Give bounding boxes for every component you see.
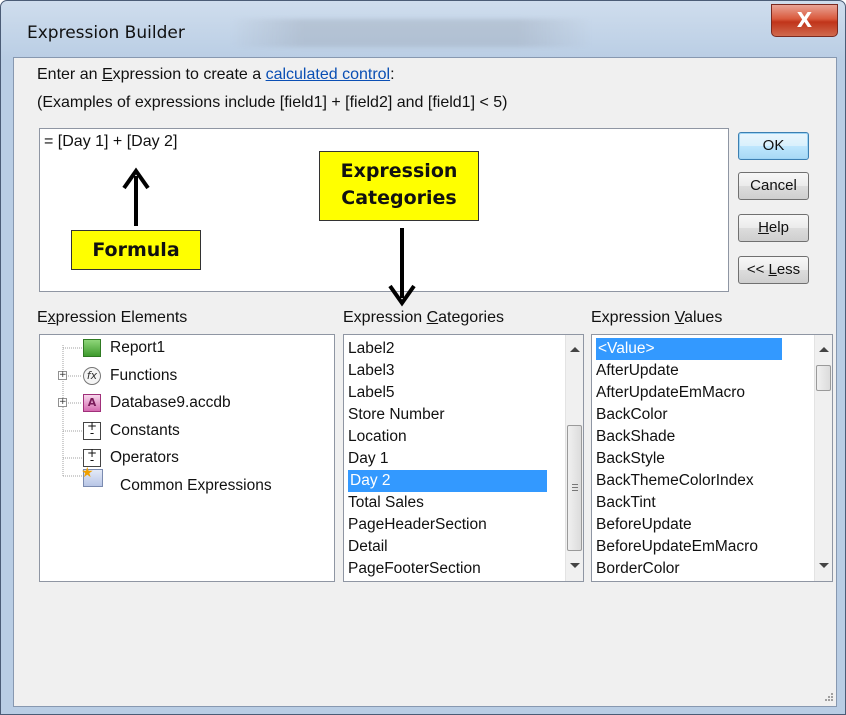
list-item-selected[interactable]: <Value> xyxy=(596,338,782,360)
categories-callout-line-2: Categories xyxy=(341,187,457,209)
list-item[interactable]: Label2 xyxy=(348,338,395,360)
list-item[interactable]: BorderColor xyxy=(596,558,680,580)
label-text: alues xyxy=(684,309,723,326)
label-accesskey: x xyxy=(47,309,56,326)
scrollbar-thumb[interactable] xyxy=(567,425,582,551)
expand-database-icon[interactable]: + xyxy=(58,398,67,407)
categories-callout: Expression Categories xyxy=(319,151,479,221)
scroll-up-icon[interactable] xyxy=(819,347,829,352)
list-item[interactable]: Day 1 xyxy=(348,448,389,470)
list-item[interactable]: Label5 xyxy=(348,382,395,404)
star-icon: ★ xyxy=(81,465,94,481)
categories-callout-line-1: Expression xyxy=(340,160,458,182)
expression-categories-list[interactable]: Label2 Label3 Label5 Store Number Locati… xyxy=(343,334,584,582)
window-title: Expression Builder xyxy=(27,23,185,43)
scroll-down-icon[interactable] xyxy=(570,563,580,568)
label-text: Expression xyxy=(343,309,427,326)
list-item[interactable]: Location xyxy=(348,426,407,448)
scrollbar-thumb[interactable] xyxy=(816,365,831,391)
function-icon: fx xyxy=(83,367,101,385)
formula-callout: Formula xyxy=(71,230,201,270)
tree-item[interactable]: Operators xyxy=(110,449,179,467)
tree-item[interactable]: Constants xyxy=(110,422,180,440)
close-button[interactable]: X xyxy=(771,4,838,37)
scroll-down-icon[interactable] xyxy=(819,563,829,568)
values-scrollbar[interactable] xyxy=(814,335,832,581)
list-item[interactable]: PageFooterSection xyxy=(348,558,481,580)
categories-arrow xyxy=(388,228,416,307)
list-item[interactable]: BeforeUpdate xyxy=(596,514,692,536)
expand-functions-icon[interactable]: + xyxy=(58,371,67,380)
tree-item[interactable]: Common Expressions xyxy=(120,477,272,495)
label-text: pression Elements xyxy=(55,309,188,326)
blurred-background-tabs xyxy=(231,19,591,47)
title-bar[interactable]: Expression Builder X xyxy=(1,1,845,56)
grip-line xyxy=(572,484,578,485)
scroll-up-icon[interactable] xyxy=(570,347,580,352)
grip-line xyxy=(572,487,578,488)
constants-icon: + - xyxy=(83,420,101,440)
categories-scrollbar[interactable] xyxy=(565,335,583,581)
label-text: Expression xyxy=(591,309,675,326)
expression-values-list[interactable]: <Value> AfterUpdate AfterUpdateEmMacro B… xyxy=(591,334,833,582)
list-item[interactable]: AfterUpdateEmMacro xyxy=(596,382,745,404)
close-icon: X xyxy=(796,8,813,32)
list-item[interactable]: BackTint xyxy=(596,492,656,514)
common-expressions-icon: ★ xyxy=(81,465,103,487)
list-item[interactable]: Total Sales xyxy=(348,492,424,514)
label-text: E xyxy=(37,309,48,326)
label-text: ategories xyxy=(438,309,504,326)
categories-label: Expression Categories xyxy=(343,309,504,327)
list-item[interactable]: BackShade xyxy=(596,426,675,448)
report-icon xyxy=(83,339,101,357)
dialog-body: Enter an Expression to create a calculat… xyxy=(13,57,837,707)
values-label: Expression Values xyxy=(591,309,722,327)
list-item[interactable]: BackColor xyxy=(596,404,668,426)
tree-item[interactable]: Report1 xyxy=(110,339,165,357)
formula-arrow xyxy=(122,167,150,226)
list-item[interactable]: Store Number xyxy=(348,404,444,426)
list-item[interactable]: Detail xyxy=(348,536,388,558)
expression-elements-tree[interactable]: + + fx A + - + - ★ Report1 Functions Datab… xyxy=(39,334,335,582)
resize-grip-icon[interactable] xyxy=(822,692,834,704)
list-item[interactable]: Label3 xyxy=(348,360,395,382)
list-item[interactable]: AfterUpdate xyxy=(596,360,679,382)
tree-item[interactable]: Functions xyxy=(110,367,177,385)
list-item[interactable]: PageHeaderSection xyxy=(348,514,487,536)
list-item[interactable]: BackStyle xyxy=(596,448,665,470)
elements-label: Expression Elements xyxy=(37,309,187,327)
list-item[interactable]: BackThemeColorIndex xyxy=(596,470,754,492)
list-item-selected[interactable]: Day 2 xyxy=(348,470,547,492)
label-accesskey: C xyxy=(426,309,439,326)
grip-line xyxy=(572,490,578,491)
database-icon: A xyxy=(83,394,101,412)
expression-builder-window: Expression Builder X Enter an Expression… xyxy=(0,0,846,715)
label-accesskey: V xyxy=(674,309,685,326)
list-item[interactable]: BeforeUpdateEmMacro xyxy=(596,536,758,558)
tree-item[interactable]: Database9.accdb xyxy=(110,394,231,412)
